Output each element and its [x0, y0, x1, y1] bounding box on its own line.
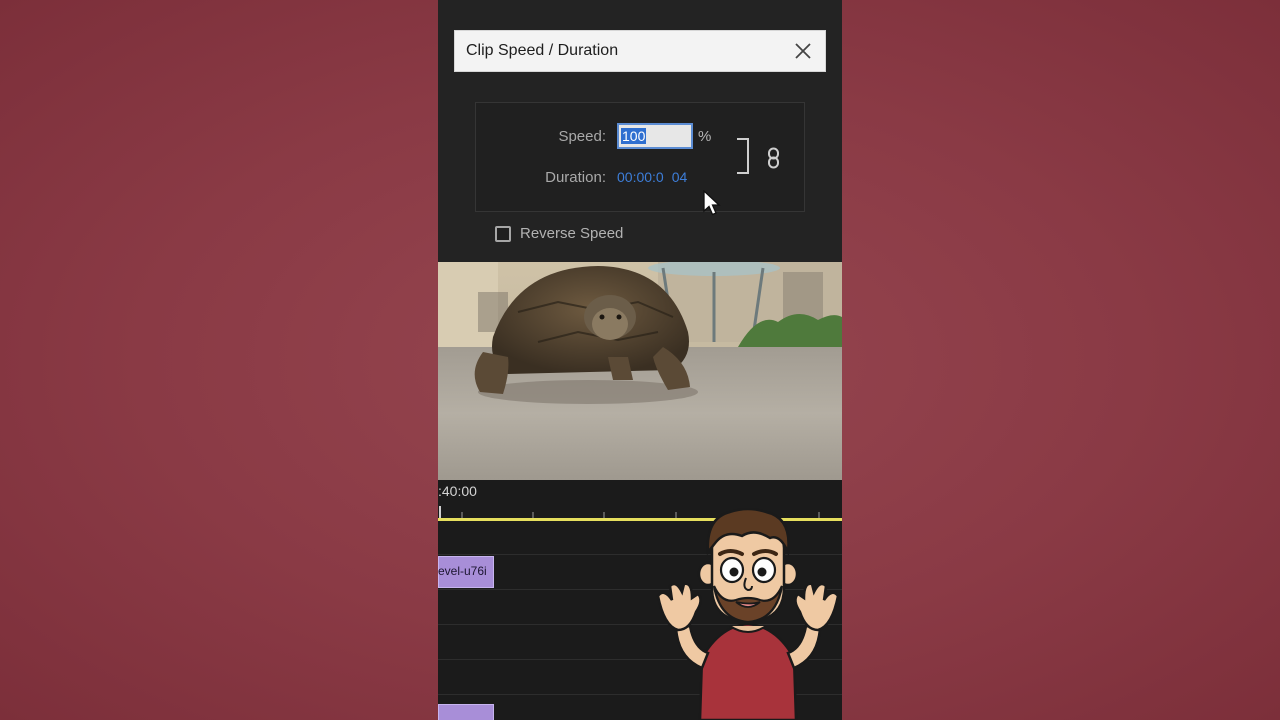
speed-unit: % [698, 128, 712, 145]
duration-value-tail: 04 [671, 169, 688, 185]
duration-value-head: 00:00:0 [617, 169, 664, 185]
duration-value[interactable]: 00:00:0 04 [617, 169, 687, 185]
reverse-speed-label: Reverse Speed [520, 225, 624, 242]
dialog-title: Clip Speed / Duration [466, 42, 619, 59]
timeline-panel: :40:00 evel-u76i [438, 480, 842, 720]
timeline-timecode: :40:00 [438, 483, 477, 499]
clip-speed-dialog: Clip Speed / Duration Speed: 100 % Durat… [438, 0, 842, 262]
background-left [0, 0, 438, 720]
tortoise-video-frame [438, 262, 842, 480]
short-video-frame: Clip Speed / Duration Speed: 100 % Durat… [438, 0, 842, 720]
speed-duration-group: Speed: 100 % Duration: 00:00:0 04 [475, 102, 805, 216]
speed-input-value: 100 [621, 128, 647, 144]
dialog-titlebar: Clip Speed / Duration [454, 30, 826, 72]
clip-label: evel-u76i [438, 564, 487, 578]
mouse-cursor-icon [703, 190, 721, 216]
speed-input[interactable]: 100 [617, 123, 693, 149]
dialog-body: Speed: 100 % Duration: 00:00:0 04 Reverse… [454, 72, 826, 262]
background-right [842, 0, 1280, 720]
chain-link-icon[interactable] [766, 147, 782, 169]
timeline-clip[interactable] [438, 704, 494, 720]
timeline-clip[interactable]: evel-u76i [438, 556, 494, 588]
speed-label: Speed: [558, 128, 606, 145]
cartoon-presenter-shrugging [656, 508, 840, 720]
link-bracket [737, 138, 749, 174]
duration-label: Duration: [545, 169, 606, 186]
close-icon[interactable] [791, 39, 815, 63]
reverse-speed-box[interactable] [495, 226, 511, 242]
